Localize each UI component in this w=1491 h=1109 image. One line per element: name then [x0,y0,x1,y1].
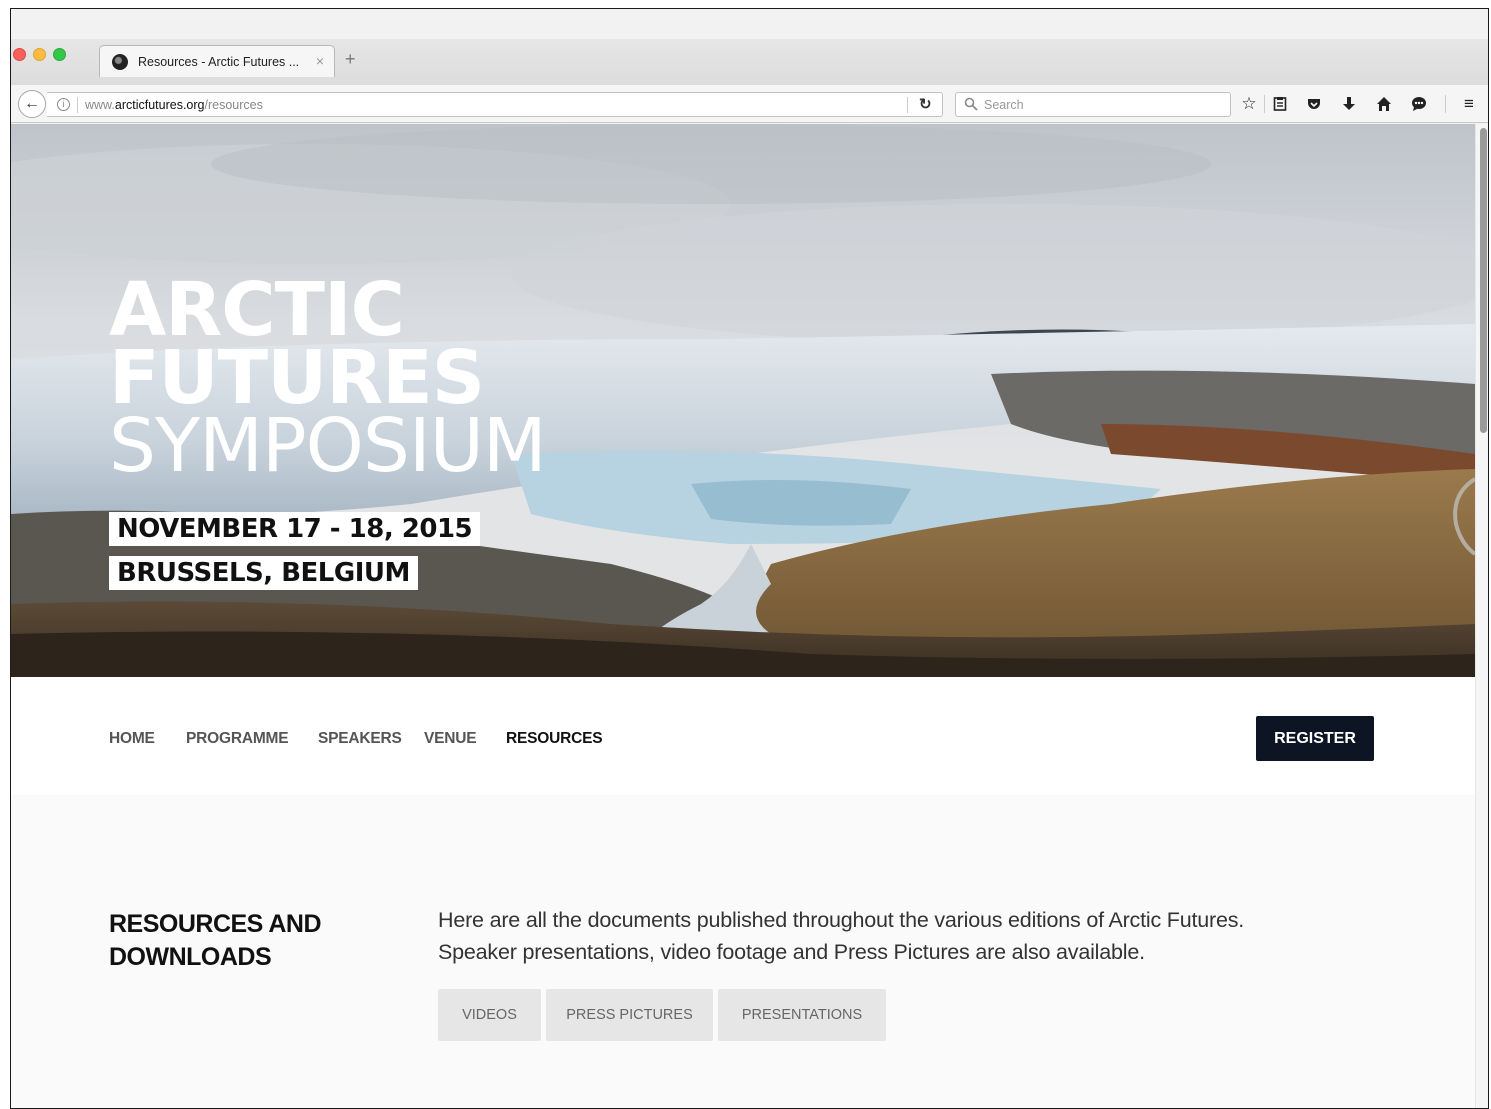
nav-item-resources[interactable]: RESOURCES [506,730,603,748]
maximize-window-button[interactable] [53,48,66,61]
resources-heading-line: DOWNLOADS [109,943,272,971]
resources-description-line: Speaker presentations, video footage and… [438,940,1145,964]
resources-heading-line: RESOURCES AND [109,910,322,938]
reading-list-icon[interactable] [1268,92,1292,116]
nav-item-programme[interactable]: PROGRAMME [186,730,289,748]
download-icon[interactable] [1337,92,1361,116]
star-icon[interactable]: ☆ [1237,92,1261,116]
reload-icon[interactable]: ↻ [919,95,932,113]
videos-button[interactable]: VIDEOS [438,989,541,1041]
url-text[interactable]: www.arcticfutures.org/resources [85,98,263,112]
search-icon [964,97,978,111]
menu-icon[interactable]: ≡ [1457,92,1481,116]
chat-icon[interactable] [1407,92,1431,116]
url-divider [77,97,78,113]
tab-strip: Resources - Arctic Futures ... × + [11,39,1488,85]
hero-title: ARCTIC FUTURES SYMPOSIUM [109,267,547,490]
register-button[interactable]: REGISTER [1256,716,1374,761]
back-arrow-icon: ← [24,95,40,112]
search-placeholder: Search [984,98,1024,112]
hero-title-line: ARCTIC [109,267,405,353]
pocket-icon[interactable] [1302,92,1326,116]
site-favicon-icon [112,54,128,70]
toolbar-divider [1264,95,1265,113]
site-navigation: HOME PROGRAMME SPEAKERS VENUE RESOURCES … [11,677,1475,795]
page-viewport: ARCTIC FUTURES SYMPOSIUM NOVEMBER 17 - 1… [11,124,1475,1108]
nav-item-home[interactable]: HOME [109,730,155,748]
search-bar[interactable]: Search [955,92,1231,117]
new-tab-button[interactable]: + [345,49,356,70]
presentations-button[interactable]: PRESENTATIONS [718,989,886,1041]
home-icon[interactable] [1372,92,1396,116]
browser-tab-active[interactable]: Resources - Arctic Futures ... × [99,45,335,77]
nav-item-venue[interactable]: VENUE [424,730,477,748]
resources-heading: RESOURCES AND DOWNLOADS [109,908,369,974]
tab-title: Resources - Arctic Futures ... [138,55,300,69]
close-window-button[interactable] [13,48,26,61]
address-bar[interactable]: i www.arcticfutures.org/resources ↻ [47,92,943,117]
url-prefix: www. [85,98,115,112]
url-domain: arcticfutures.org [114,98,205,112]
tab-close-icon[interactable]: × [316,53,324,69]
hero-title-line: FUTURES [109,335,485,422]
hero-title-line: SYMPOSIUM [109,403,547,490]
toolbar-divider [1445,95,1446,113]
scrollbar-thumb[interactable] [1480,128,1487,433]
minimize-window-button[interactable] [33,48,46,61]
nav-item-speakers[interactable]: SPEAKERS [318,730,402,748]
hero-banner: ARCTIC FUTURES SYMPOSIUM NOVEMBER 17 - 1… [11,124,1475,677]
url-path: /resources [204,98,263,112]
press-pictures-button[interactable]: PRESS PICTURES [546,989,713,1041]
event-location-label: BRUSSELS, BELGIUM [109,556,418,590]
resources-section: RESOURCES AND DOWNLOADS Here are all the… [11,795,1475,1108]
page-scrollbar[interactable] [1475,124,1488,1108]
resources-description-line: Here are all the documents published thr… [438,908,1245,932]
back-button[interactable]: ← [18,90,46,118]
reload-divider [907,97,908,113]
resources-description: Here are all the documents published thr… [438,904,1358,968]
event-date-label: NOVEMBER 17 - 18, 2015 [109,512,481,546]
browser-window: Resources - Arctic Futures ... × + ← i w… [10,8,1489,1109]
site-info-icon[interactable]: i [57,98,70,111]
browser-toolbar: ← i www.arcticfutures.org/resources ↻ Se… [11,85,1488,123]
